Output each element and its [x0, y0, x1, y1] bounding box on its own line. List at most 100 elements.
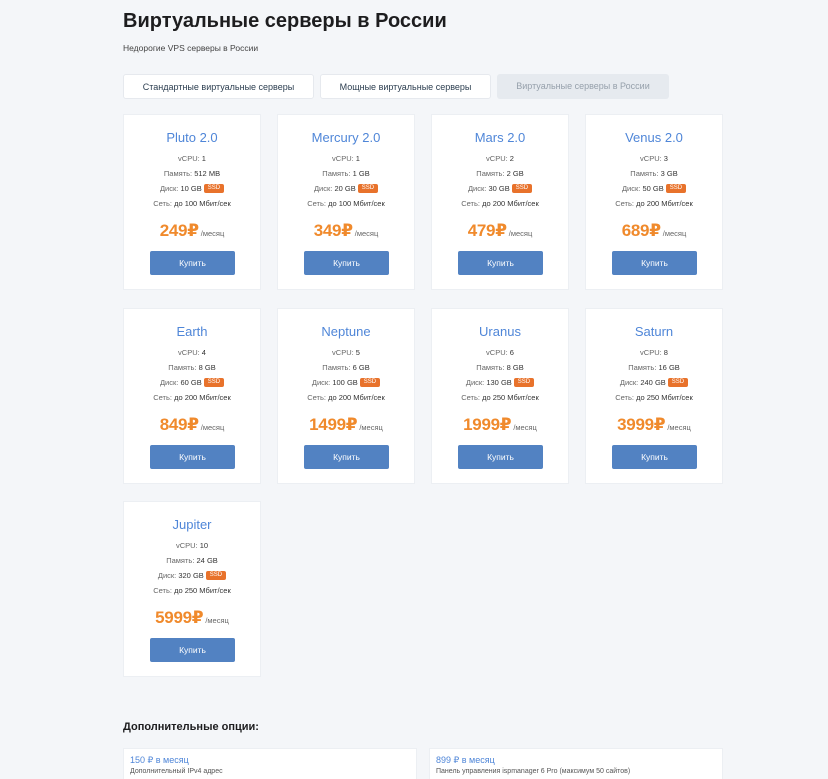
- cpu-value: 6: [509, 348, 514, 357]
- disk-value: 240 GB: [640, 378, 666, 387]
- disk-value: 20 GB: [334, 184, 356, 193]
- net-value: до 200 Мбит/сек: [482, 199, 539, 208]
- net-label: Сеть:: [461, 199, 480, 208]
- cpu-value: 5: [355, 348, 360, 357]
- ram-value: 16 GB: [658, 363, 680, 372]
- buy-button[interactable]: Купить: [150, 251, 235, 275]
- plan-price: 1499₽: [309, 415, 358, 434]
- plan-card: Earth vCPU: 4 Память: 8 GB Диск: 60 GB SSD Се…: [123, 308, 261, 484]
- net-label: Сеть:: [153, 586, 172, 595]
- ram-value: 512 MB: [194, 169, 221, 178]
- cpu-label: vCPU:: [178, 154, 200, 163]
- net-label: Сеть:: [461, 393, 480, 402]
- ram-label: Память:: [322, 169, 351, 178]
- cpu-label: vCPU:: [332, 348, 354, 357]
- tab-powerful-servers[interactable]: Мощные виртуальные серверы: [320, 74, 491, 99]
- plan-ram: Память: 8 GB: [124, 362, 260, 374]
- net-value: до 100 Мбит/сек: [174, 199, 231, 208]
- plan-cpu: vCPU: 1: [278, 153, 414, 165]
- disk-value: 10 GB: [180, 184, 202, 193]
- plan-network: Сеть: до 100 Мбит/сек: [124, 198, 260, 210]
- ssd-badge: SSD: [359, 377, 381, 387]
- plan-period: /месяц: [508, 229, 533, 238]
- plan-name: Saturn: [634, 324, 674, 339]
- plan-disk: Диск: 60 GB SSD: [124, 377, 260, 389]
- net-label: Сеть:: [153, 393, 172, 402]
- plan-price-row: 849₽/месяц: [124, 415, 260, 435]
- buy-button[interactable]: Купить: [458, 445, 543, 469]
- tab-standard-servers[interactable]: Стандартные виртуальные серверы: [123, 74, 314, 99]
- ram-value: 8 GB: [506, 363, 524, 372]
- ram-label: Память:: [322, 363, 351, 372]
- cpu-value: 4: [201, 348, 206, 357]
- ram-label: Память:: [163, 169, 193, 178]
- disk-value: 50 GB: [642, 184, 664, 193]
- net-value: до 200 Мбит/сек: [328, 393, 385, 402]
- buy-button[interactable]: Купить: [150, 638, 235, 662]
- plan-disk: Диск: 30 GB SSD: [432, 183, 568, 195]
- buy-button[interactable]: Купить: [612, 251, 697, 275]
- buy-button[interactable]: Купить: [458, 251, 543, 275]
- net-value: до 200 Мбит/сек: [174, 393, 231, 402]
- plan-name: Neptune: [321, 324, 371, 339]
- plan-price: 1999₽: [463, 415, 512, 434]
- disk-label: Диск:: [465, 378, 485, 387]
- plan-card: Uranus vCPU: 6 Память: 8 GB Диск: 130 GB SSD…: [431, 308, 569, 484]
- plan-price-row: 249₽/месяц: [124, 221, 260, 241]
- disk-label: Диск:: [157, 571, 177, 580]
- cpu-label: vCPU:: [486, 348, 508, 357]
- extra-option-ipv4[interactable]: 150 ₽ в месяц Дополнительный IPv4 адрес: [123, 748, 417, 779]
- plan-cpu: vCPU: 5: [278, 347, 414, 359]
- plan-card: Pluto 2.0 vCPU: 1 Память: 512 MB Диск: 10 G…: [123, 114, 261, 290]
- net-label: Сеть:: [615, 199, 634, 208]
- plan-period: /месяц: [205, 616, 229, 625]
- ssd-badge: SSD: [511, 183, 533, 193]
- plan-network: Сеть: до 200 Мбит/сек: [586, 198, 722, 210]
- disk-label: Диск:: [619, 378, 639, 387]
- plan-name: Uranus: [479, 324, 521, 339]
- plan-disk: Диск: 320 GB SSD: [124, 570, 260, 582]
- ram-label: Память:: [630, 169, 659, 178]
- cpu-value: 3: [663, 154, 668, 163]
- plan-cpu: vCPU: 8: [586, 347, 722, 359]
- plan-price-row: 689₽/месяц: [586, 221, 722, 241]
- page-subtitle: Недорогие VPS серверы в России: [123, 43, 259, 53]
- ram-label: Память:: [166, 556, 195, 565]
- cpu-label: vCPU:: [332, 154, 354, 163]
- ssd-badge: SSD: [357, 183, 379, 193]
- plan-cpu: vCPU: 1: [124, 153, 260, 165]
- ram-label: Память:: [476, 169, 505, 178]
- plan-price: 349₽: [313, 221, 353, 240]
- ram-value: 6 GB: [352, 363, 370, 372]
- plan-disk: Диск: 20 GB SSD: [278, 183, 414, 195]
- buy-button[interactable]: Купить: [304, 251, 389, 275]
- plan-card: Mercury 2.0 vCPU: 1 Память: 1 GB Диск: 20 G…: [277, 114, 415, 290]
- plan-period: /месяц: [513, 423, 537, 432]
- buy-button[interactable]: Купить: [612, 445, 697, 469]
- plan-period: /месяц: [667, 423, 691, 432]
- net-label: Сеть:: [307, 393, 326, 402]
- plan-card: Jupiter vCPU: 10 Память: 24 GB Диск: 320 GB…: [123, 501, 261, 677]
- plan-ram: Память: 16 GB: [586, 362, 722, 374]
- plan-disk: Диск: 10 GB SSD: [124, 183, 260, 195]
- ram-label: Память:: [476, 363, 505, 372]
- plan-period: /месяц: [200, 229, 225, 238]
- extra-option-ispmanager[interactable]: 899 ₽ в месяц Панель управления ispmanag…: [429, 748, 723, 779]
- net-value: до 200 Мбит/сек: [636, 199, 693, 208]
- cpu-value: 1: [201, 154, 206, 163]
- buy-button[interactable]: Купить: [150, 445, 235, 469]
- plan-ram: Память: 2 GB: [432, 168, 568, 180]
- plan-cpu: vCPU: 6: [432, 347, 568, 359]
- buy-button[interactable]: Купить: [304, 445, 389, 469]
- extra-option-desc: Дополнительный IPv4 адрес: [130, 768, 223, 775]
- disk-label: Диск:: [159, 378, 179, 387]
- plan-price: 479₽: [467, 221, 507, 240]
- tab-russia-servers[interactable]: Виртуальные серверы в России: [497, 74, 669, 99]
- plan-price: 249₽: [159, 221, 199, 240]
- plan-ram: Память: 24 GB: [124, 555, 260, 567]
- plan-card: Venus 2.0 vCPU: 3 Память: 3 GB Диск: 50 GB S…: [585, 114, 723, 290]
- ram-label: Память:: [628, 363, 657, 372]
- cpu-value: 10: [199, 541, 209, 550]
- plan-ram: Память: 512 MB: [124, 168, 260, 180]
- net-value: до 100 Мбит/сек: [328, 199, 385, 208]
